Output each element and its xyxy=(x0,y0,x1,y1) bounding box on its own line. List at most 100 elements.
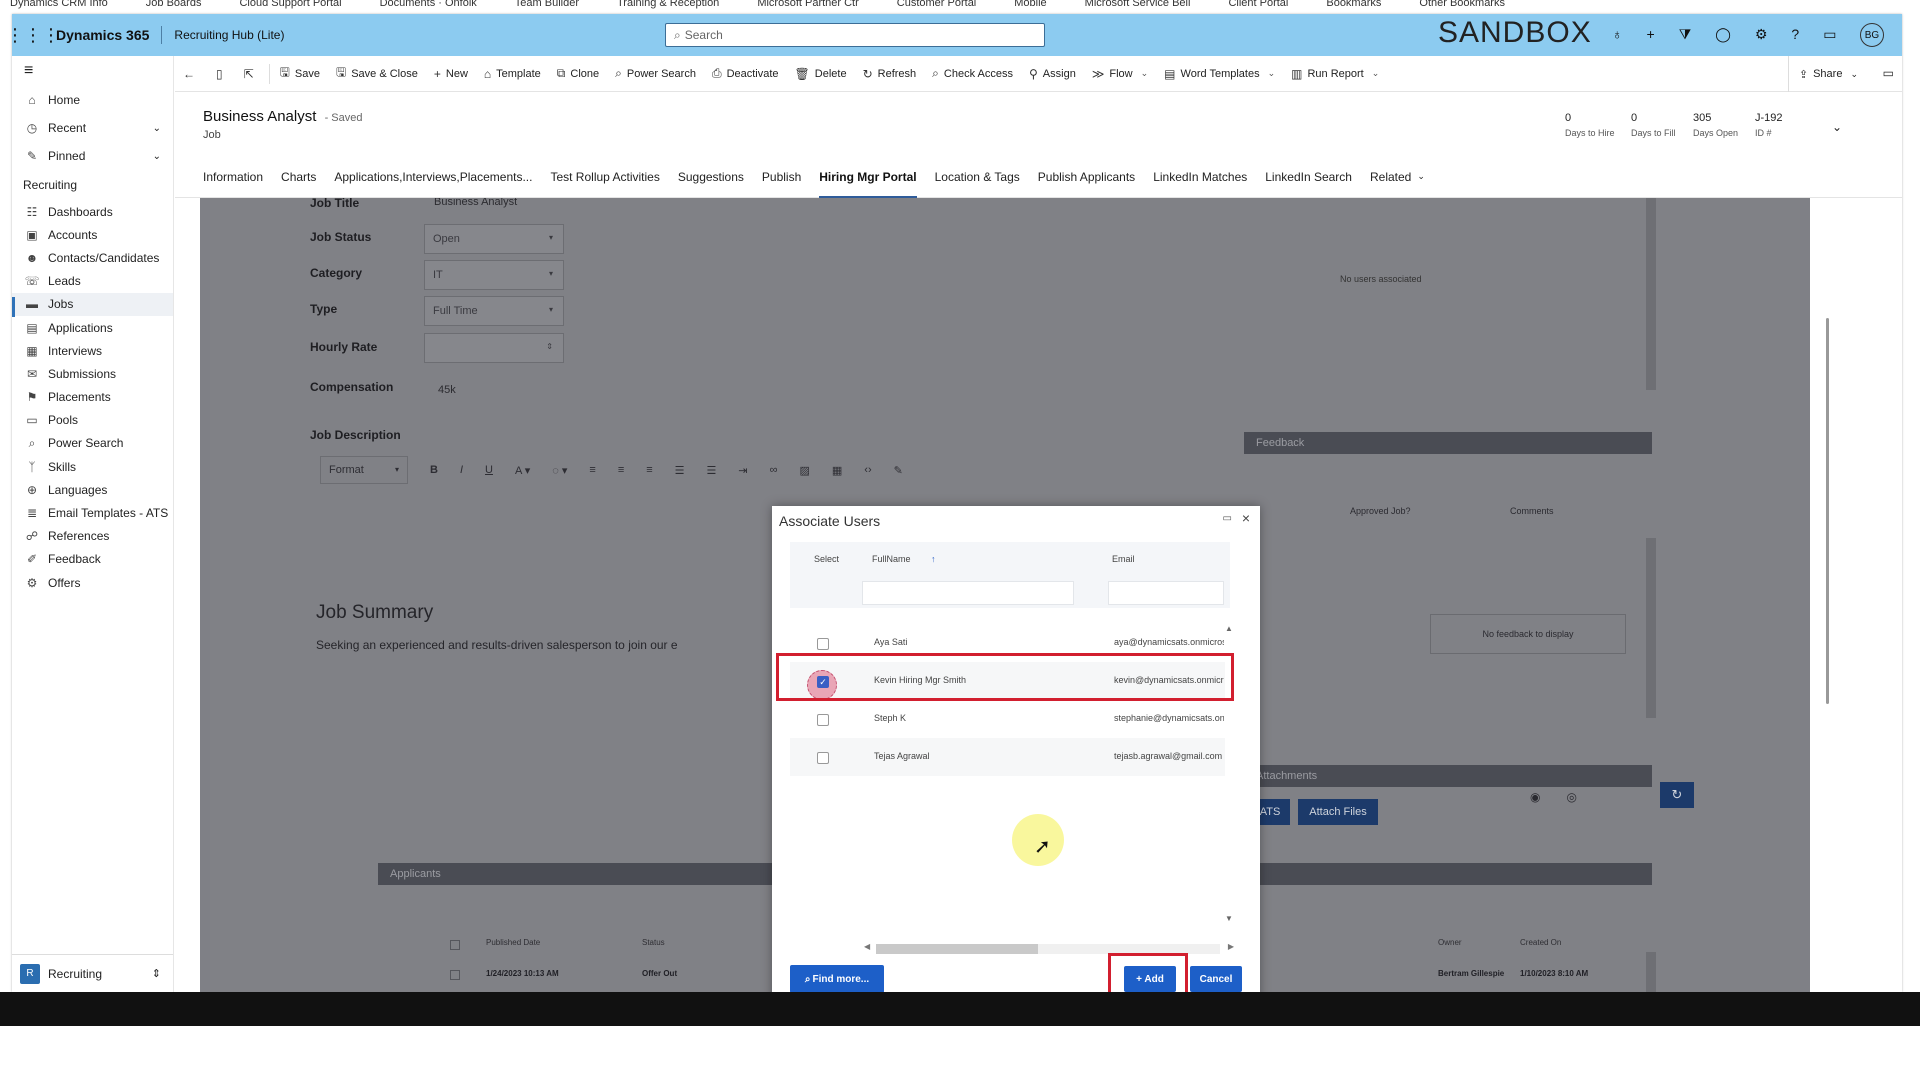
bookmark-item[interactable]: Mobile xyxy=(1014,0,1046,14)
check-access-button[interactable]: ⌕ Check Access xyxy=(924,56,1021,92)
check-circle-icon[interactable]: ◎ xyxy=(1566,790,1576,804)
bookmark-item[interactable]: Client Portal xyxy=(1228,0,1288,14)
save-close-button[interactable]: 🖫 Save & Close xyxy=(328,56,426,92)
tab-information[interactable]: Information xyxy=(203,156,263,198)
sidebar-item-accounts[interactable]: ▣ Accounts xyxy=(12,223,173,246)
table-icon[interactable]: ▦ xyxy=(832,464,842,477)
tab-linkedin-matches[interactable]: LinkedIn Matches xyxy=(1153,156,1247,198)
bookmark-item[interactable]: Customer Portal xyxy=(897,0,976,14)
bookmark-item[interactable]: Job Boards xyxy=(146,0,202,14)
tab-location-tags[interactable]: Location & Tags xyxy=(935,156,1020,198)
bookmark-item[interactable]: Bookmarks xyxy=(1326,0,1381,14)
filter-icon[interactable]: ⧩ xyxy=(1679,26,1692,43)
hamburger-icon[interactable]: ≡ xyxy=(12,56,173,86)
maximize-icon[interactable]: ▭ xyxy=(1223,513,1232,524)
plus-icon[interactable]: + xyxy=(1647,26,1655,43)
format-select[interactable]: Format ▾ xyxy=(320,456,408,484)
chevron-down-icon[interactable]: ⌄ xyxy=(1832,120,1842,134)
bookmark-item[interactable]: Microsoft Service Bell xyxy=(1085,0,1191,14)
chevron-down-icon[interactable]: ⌄ xyxy=(153,151,161,162)
page-scrollbar-thumb[interactable] xyxy=(1826,318,1829,704)
bookmark-item[interactable]: Team Builder xyxy=(515,0,579,14)
flow-button[interactable]: ≫ Flow ⌄ xyxy=(1084,56,1156,92)
fullname-filter-input[interactable] xyxy=(862,581,1074,605)
applicants-refresh-button[interactable]: ↻ xyxy=(1660,782,1694,808)
font-color-icon[interactable]: A ▾ xyxy=(515,464,530,477)
scroll-down-icon[interactable]: ▼ xyxy=(1225,914,1233,923)
sidebar-item-offers[interactable]: ⚙ Offers xyxy=(12,571,173,594)
row-checkbox[interactable] xyxy=(450,970,460,980)
sidebar-item-leads[interactable]: ☏ Leads xyxy=(12,270,173,293)
row-select-checkbox[interactable] xyxy=(817,638,829,650)
sidebar-item-pinned[interactable]: ✎ Pinned ⌄ xyxy=(12,142,173,170)
sidebar-item-dashboards[interactable]: ☷ Dashboards xyxy=(12,200,173,223)
tab-test-rollup-activities[interactable]: Test Rollup Activities xyxy=(550,156,659,198)
feedback-scrollbar[interactable] xyxy=(1646,538,1656,718)
table-row[interactable]: Steph K stephanie@dynamicsats.onmicrosoft… xyxy=(790,700,1225,738)
sidebar-item-jobs[interactable]: ▬ Jobs xyxy=(12,292,173,317)
sidebar-item-email-templates[interactable]: ≣ Email Templates - ATS xyxy=(12,501,173,524)
sidebar-item-power-search[interactable]: ⌕ Power Search xyxy=(12,432,173,455)
add-button[interactable]: + Add xyxy=(1124,966,1176,992)
chat-icon[interactable]: ▭ xyxy=(1823,26,1836,43)
sidebar-item-languages[interactable]: ⊕ Languages xyxy=(12,478,173,501)
grid-horizontal-scrollbar[interactable]: ◀ ▶ xyxy=(864,940,1234,954)
applicants-scrollbar[interactable] xyxy=(1646,952,1656,992)
hourly-rate-input[interactable]: ⇕ xyxy=(424,333,564,363)
power-search-button[interactable]: ⌕ Power Search xyxy=(607,56,704,92)
number-list-icon[interactable]: ☰ xyxy=(707,464,717,477)
sidebar-item-applications[interactable]: ▤ Applications xyxy=(12,316,173,339)
sidebar-item-skills[interactable]: ᛉ Skills xyxy=(12,455,173,478)
sidebar-item-interviews[interactable]: ▦ Interviews xyxy=(12,339,173,362)
tab-publish[interactable]: Publish xyxy=(762,156,801,198)
select-all-checkbox[interactable] xyxy=(450,940,460,950)
scroll-up-icon[interactable]: ▲ xyxy=(1225,624,1233,633)
run-report-button[interactable]: ▥ Run Report ⌄ xyxy=(1283,56,1387,92)
scroll-left-icon[interactable]: ◀ xyxy=(864,942,870,951)
bookmark-item[interactable]: Microsoft Partner Ctr xyxy=(757,0,858,14)
bookmark-item[interactable]: Documents · Onfolk xyxy=(380,0,477,14)
indent-icon[interactable]: ⇥ xyxy=(738,464,747,477)
highlight-icon[interactable]: ◌ ▾ xyxy=(552,464,567,477)
sidebar-item-recent[interactable]: ◷ Recent ⌄ xyxy=(12,114,173,142)
area-switcher[interactable]: R Recruiting ⇕ xyxy=(12,954,173,992)
save-button[interactable]: 🖫 Save xyxy=(272,56,328,92)
users-scrollbar[interactable] xyxy=(1646,198,1656,390)
table-row[interactable]: Tejas Agrawal tejasb.agrawal@gmail.com xyxy=(790,738,1225,776)
clone-button[interactable]: ⧉ Clone xyxy=(549,56,607,92)
assign-button[interactable]: ⚲ Assign xyxy=(1021,56,1084,92)
align-left-icon[interactable]: ≡ xyxy=(589,464,595,476)
sidebar-item-references[interactable]: ☍ References xyxy=(12,525,173,548)
tab-related[interactable]: Related ⌄ xyxy=(1370,156,1425,198)
bold-icon[interactable]: B xyxy=(430,464,438,476)
deactivate-button[interactable]: ⎙ Deactivate xyxy=(704,56,787,92)
job-status-select[interactable]: Open ▾ xyxy=(424,224,564,254)
tab-applications-interviews-placements[interactable]: Applications,Interviews,Placements... xyxy=(334,156,532,198)
popout-button[interactable]: ⇱ xyxy=(236,56,267,92)
tab-publish-applicants[interactable]: Publish Applicants xyxy=(1038,156,1135,198)
share-button[interactable]: ⇪ Share ⌄ xyxy=(1787,56,1858,92)
cancel-button[interactable]: Cancel xyxy=(1190,966,1242,992)
help-icon[interactable]: ? xyxy=(1791,26,1799,43)
tab-hiring-mgr-portal[interactable]: Hiring Mgr Portal xyxy=(819,156,917,198)
side-pane-icon[interactable]: ▭ xyxy=(1883,66,1894,80)
global-search-input[interactable]: ⌕ Search xyxy=(665,23,1045,47)
link-icon[interactable]: ∞ xyxy=(770,464,778,476)
bookmark-item[interactable]: Other Bookmarks xyxy=(1419,0,1505,14)
sidebar-item-contacts-candidates[interactable]: ☻ Contacts/Candidates xyxy=(12,246,173,269)
refresh-button[interactable]: ↻ Refresh xyxy=(855,56,925,92)
lightbulb-icon[interactable]: ♁ xyxy=(1612,26,1623,43)
record-icon-btn-button[interactable]: ▯ xyxy=(208,56,236,92)
avatar[interactable]: BG xyxy=(1860,23,1884,47)
bookmark-item[interactable]: Cloud Support Portal xyxy=(239,0,341,14)
grid-vertical-scrollbar[interactable]: ▲ ▼ xyxy=(1224,624,1234,924)
email-filter-input[interactable] xyxy=(1108,581,1224,605)
align-center-icon[interactable]: ≡ xyxy=(618,464,624,476)
code-icon[interactable]: ‹› xyxy=(864,464,871,476)
image-icon[interactable]: ▨ xyxy=(799,464,809,477)
clear-format-icon[interactable]: ✎ xyxy=(894,464,903,477)
tab-linkedin-search[interactable]: LinkedIn Search xyxy=(1265,156,1352,198)
settings-icon[interactable]: ◉ xyxy=(1530,790,1540,804)
app-launcher-icon[interactable]: ⋮⋮⋮ xyxy=(12,25,60,46)
hscroll-thumb[interactable] xyxy=(876,944,1038,954)
